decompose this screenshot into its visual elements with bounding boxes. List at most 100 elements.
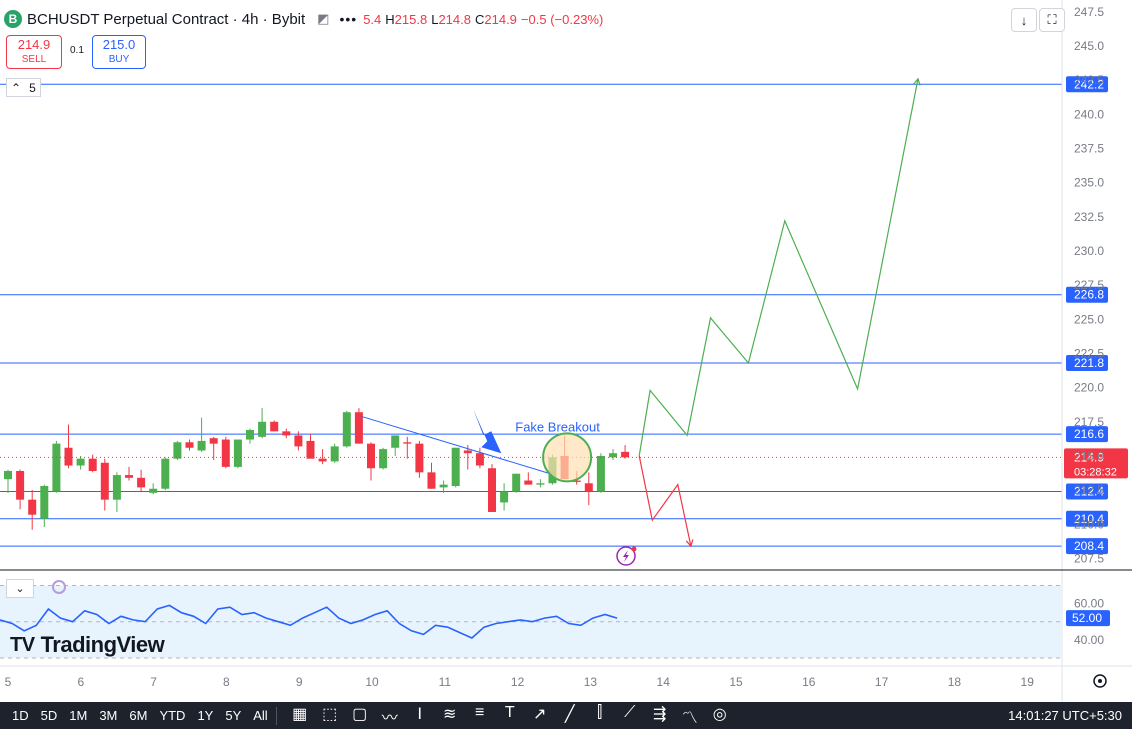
time-axis[interactable]: 5 6 7 8 9 10 11 12 13 14 15 16 17 18 19 — [5, 674, 1107, 689]
pitchfork-icon[interactable]: ⫿ — [585, 704, 615, 728]
timeframe-1m[interactable]: 1M — [69, 708, 87, 723]
candle-body[interactable] — [4, 470, 12, 480]
candle-body[interactable] — [173, 442, 182, 459]
rsi-pane[interactable]: 60.00 40.00 52.00 — [0, 584, 1110, 659]
candle-body[interactable] — [342, 412, 351, 447]
buy-button[interactable]: 215.0 BUY — [92, 35, 146, 69]
brush-icon[interactable]: 〽 — [675, 704, 705, 728]
fib-icon[interactable]: Ⅰ — [405, 704, 435, 728]
indicator-collapse-button[interactable]: ⌄ — [6, 579, 34, 598]
candle-body[interactable] — [536, 483, 545, 485]
candle-body[interactable] — [258, 421, 267, 437]
x-tick-label: 15 — [729, 675, 743, 689]
ohlc-values: 5.4 H215.8 L214.8 C214.9 −0.5 (−0.23%) — [363, 12, 607, 27]
candle-body[interactable] — [282, 431, 291, 436]
more-dots-icon[interactable]: ••• — [339, 11, 357, 27]
sell-button[interactable]: 214.9 SELL — [6, 35, 62, 69]
candle-body[interactable] — [330, 446, 339, 462]
candle-body[interactable] — [463, 450, 472, 454]
candle-body[interactable] — [185, 442, 194, 448]
candle-body[interactable] — [246, 429, 254, 440]
timeframe-1d[interactable]: 1D — [12, 708, 29, 723]
arrow-icon[interactable]: ↗ — [525, 704, 555, 728]
candle-body[interactable] — [367, 443, 375, 469]
candle-body[interactable] — [64, 447, 73, 466]
y-tick-label: 220.0 — [1074, 381, 1104, 395]
candle-body[interactable] — [609, 453, 617, 458]
chart-header: B BCHUSDT Perpetual Contract · 4h · Bybi… — [4, 7, 607, 31]
candle-body[interactable] — [28, 499, 37, 515]
candle-body[interactable] — [76, 458, 85, 466]
calendar-range-icon[interactable]: ▦ — [285, 704, 315, 728]
candle-body[interactable] — [209, 438, 218, 444]
text-icon[interactable]: T — [495, 704, 525, 728]
tradingview-logo-text: TradingView — [40, 632, 165, 657]
bearish-projection[interactable] — [638, 455, 692, 547]
candle-body[interactable] — [233, 439, 242, 467]
fullscreen-icon[interactable]: ⛶ — [1039, 8, 1065, 32]
price-range-icon[interactable]: ≋ — [435, 704, 465, 728]
candle-body[interactable] — [100, 462, 109, 500]
candle-body[interactable] — [294, 435, 303, 447]
indicator-count: 5 — [29, 80, 36, 95]
timeframe-3m[interactable]: 3M — [99, 708, 117, 723]
candle-body[interactable] — [391, 435, 400, 448]
candle-body[interactable] — [137, 477, 146, 488]
regression-icon[interactable]: ⇶ — [645, 704, 675, 728]
select-icon[interactable]: ⬚ — [315, 704, 345, 728]
highlight-circle[interactable] — [542, 432, 593, 483]
download-arrow-icon[interactable]: ↓ — [1011, 8, 1037, 32]
symbol-title[interactable]: BCHUSDT Perpetual Contract · 4h · Bybit — [27, 11, 305, 28]
chart-svg[interactable]: 242.2226.8221.8216.6212.4210.4208.4 214.… — [0, 0, 1132, 702]
candle-body[interactable] — [112, 475, 121, 500]
candle-body[interactable] — [427, 472, 436, 489]
candle-body[interactable] — [52, 443, 61, 492]
timeframe-all[interactable]: All — [253, 708, 267, 723]
candle-body[interactable] — [451, 447, 460, 487]
candle-body[interactable] — [149, 488, 158, 493]
candle-body[interactable] — [524, 480, 533, 485]
eye-slash-icon[interactable]: ◩ — [317, 11, 329, 27]
timeframe-6m[interactable]: 6M — [129, 708, 147, 723]
candle-body[interactable] — [197, 440, 206, 451]
path-icon[interactable]: 〰 — [375, 704, 405, 728]
candle-body[interactable] — [318, 458, 327, 462]
x-tick-label: 6 — [77, 675, 84, 689]
collapse-indicators-button[interactable]: ⌃ 5 — [6, 78, 41, 97]
timeframe-5y[interactable]: 5Y — [225, 708, 241, 723]
y-tick-label: 232.5 — [1074, 210, 1104, 224]
candle-body[interactable] — [221, 439, 230, 467]
candle-body[interactable] — [88, 458, 97, 471]
timeframe-ytd[interactable]: YTD — [159, 708, 185, 723]
candle-body[interactable] — [403, 442, 412, 444]
bullish-projection[interactable] — [638, 78, 919, 456]
candle-body[interactable] — [306, 440, 315, 459]
y-tick-label: 215.0 — [1074, 449, 1104, 463]
candle-body[interactable] — [439, 484, 448, 488]
drawings-group[interactable]: 214.903:28:32Fake Breakout — [0, 77, 1128, 566]
anchor-icon[interactable]: ◎ — [705, 704, 735, 728]
candle-body[interactable] — [584, 483, 593, 492]
candle-body[interactable] — [500, 491, 509, 503]
candle-body[interactable] — [512, 473, 521, 492]
utc-clock[interactable]: 14:01:27 UTC+5:30 — [1008, 708, 1122, 723]
candle-body[interactable] — [379, 449, 388, 469]
x-tick-label: 10 — [365, 675, 379, 689]
candle-body[interactable] — [125, 475, 133, 478]
candle-body[interactable] — [621, 451, 630, 458]
timeframe-5d[interactable]: 5D — [41, 708, 58, 723]
timeframe-1y[interactable]: 1Y — [197, 708, 213, 723]
candle-body[interactable] — [40, 486, 49, 519]
rectangle-icon[interactable]: ▢ — [345, 704, 375, 728]
candle-body[interactable] — [596, 455, 605, 492]
candle-body[interactable] — [16, 470, 25, 500]
spread-value: 0.1 — [70, 45, 84, 56]
trend-line-icon[interactable]: ╱ — [555, 704, 585, 728]
trend-angle-icon[interactable]: ⟋ — [615, 704, 645, 728]
candle-body[interactable] — [415, 443, 424, 473]
candle-body[interactable] — [488, 468, 496, 512]
candle-body[interactable] — [161, 458, 170, 489]
candle-body[interactable] — [270, 421, 279, 432]
channel-icon[interactable]: ≡ — [465, 704, 495, 728]
candle-body[interactable] — [475, 453, 484, 466]
